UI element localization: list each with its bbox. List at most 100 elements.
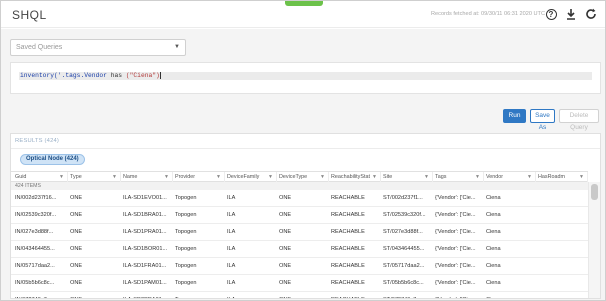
- table-cell: ILA-SD1PRA01...: [123, 229, 167, 235]
- column-header-label: Type: [70, 174, 82, 180]
- table-cell: IN/02539c320f...: [15, 212, 57, 218]
- table-cell: ILA-SD1FRA01...: [123, 263, 167, 269]
- table-cell: Topogen: [175, 246, 197, 252]
- filter-icon[interactable]: ▼: [268, 172, 273, 182]
- column-header-label: Guid: [15, 174, 27, 180]
- table-cell: ONE: [279, 212, 292, 218]
- column-header-label: Provider: [175, 174, 196, 180]
- table-cell: ONE: [70, 246, 83, 252]
- column-header[interactable]: HasRoadm ▼: [536, 172, 588, 182]
- table-cell: ONE: [70, 263, 83, 269]
- app-window: SHQL Records fetched at: 09/30/11 06:31 …: [0, 0, 606, 301]
- table-cell: Ciena: [484, 292, 536, 298]
- table-cell: [536, 258, 588, 274]
- results-panel: RESULTS (424) Optical Node (424) Guid ▼ Ty…: [10, 133, 601, 299]
- table-row[interactable]: IN/02539c320f... ONE ILA-SD1BRA01... Topoge…: [11, 207, 588, 224]
- table-row[interactable]: IN/05b5b6c8c... ONE ILA-SD1PAM01... Topogen…: [11, 275, 588, 292]
- table-cell: ONE: [279, 229, 292, 235]
- column-header-label: Name: [123, 174, 138, 180]
- table-cell: IN/043464455...: [15, 246, 55, 252]
- column-header[interactable]: DeviceFamily ▼: [225, 172, 277, 182]
- saved-queries-select[interactable]: Saved Queries ▼: [10, 39, 186, 56]
- filter-icon[interactable]: ▼: [372, 172, 377, 182]
- table-cell: ST/002d237f1...: [383, 195, 423, 201]
- table-cell: {'Vendor': ['Cie...: [435, 212, 476, 218]
- table-cell: REACHABLE: [329, 292, 381, 298]
- column-header-label: DeviceFamily: [227, 174, 260, 180]
- run-button[interactable]: Run: [503, 109, 526, 123]
- filter-icon[interactable]: ▼: [424, 172, 429, 182]
- save-as-button[interactable]: Save As: [530, 109, 555, 131]
- column-header[interactable]: Type ▼: [68, 172, 121, 182]
- filter-icon[interactable]: ▼: [59, 172, 64, 182]
- top-handle[interactable]: [285, 1, 323, 6]
- chevron-down-icon: ▼: [174, 44, 180, 50]
- table-cell: ONE: [68, 292, 121, 298]
- table-cell: ILA-SD1PAM01...: [123, 280, 167, 286]
- table-cell: REACHABLE: [331, 229, 365, 235]
- help-icon[interactable]: ?: [544, 7, 558, 21]
- column-header[interactable]: Guid ▼: [13, 172, 68, 182]
- table-cell: ST/072749c7...: [381, 292, 433, 298]
- column-header[interactable]: Tags ▼: [433, 172, 484, 182]
- table-cell: ST/05b5b6c8c...: [383, 280, 424, 286]
- table-cell: ONE: [279, 263, 292, 269]
- table-cell: [536, 292, 588, 298]
- query-editor[interactable]: inventory('.tags.Vendor has ("Ciena"): [10, 62, 601, 94]
- delete-query-button[interactable]: Delete Query: [559, 109, 599, 131]
- table-row[interactable]: IN/027e3d88f... ONE ILA-SD1PRA01... Topogen…: [11, 224, 588, 241]
- filter-icon[interactable]: ▼: [320, 172, 325, 182]
- column-header[interactable]: ReachabilityStat ▼: [329, 172, 381, 182]
- table-cell: ONE: [279, 195, 292, 201]
- table-cell: Topogen: [175, 229, 197, 235]
- download-icon[interactable]: [564, 7, 578, 21]
- table-cell: ILA: [227, 280, 236, 286]
- filter-icon[interactable]: ▼: [527, 172, 532, 182]
- table-cell: IN/05717daa2...: [15, 263, 55, 269]
- table-cell: ILA: [227, 195, 236, 201]
- table-cell: ONE: [277, 292, 329, 298]
- table-cell: ILA-SD2PRA01...: [121, 292, 173, 298]
- query-line[interactable]: inventory('.tags.Vendor has ("Ciena"): [19, 72, 592, 80]
- results-label: RESULTS (424): [15, 138, 60, 144]
- table-cell: REACHABLE: [331, 212, 365, 218]
- table-cell: ST/043464455...: [383, 246, 425, 252]
- table-cell: IN/027e3d88f...: [15, 229, 54, 235]
- text-cursor: [159, 72, 161, 79]
- column-header[interactable]: Provider ▼: [173, 172, 225, 182]
- table-row[interactable]: IN/072749c7...ONEILA-SD2PRA01...TopogenI…: [11, 292, 588, 298]
- filter-icon[interactable]: ▼: [579, 172, 584, 182]
- items-count: 424 ITEMS: [11, 182, 588, 190]
- filter-icon[interactable]: ▼: [164, 172, 169, 182]
- column-header[interactable]: Vendor ▼: [484, 172, 536, 182]
- table-row[interactable]: IN/002d237f16... ONE ILA-SD1EVO01... Topoge…: [11, 190, 588, 207]
- filter-icon[interactable]: ▼: [216, 172, 221, 182]
- table-cell: IN/05b5b6c8c...: [15, 280, 55, 286]
- query-prefix: inventory('.tags.Vendor: [20, 72, 107, 80]
- column-header[interactable]: DeviceType ▼: [277, 172, 329, 182]
- scrollbar-thumb[interactable]: [591, 184, 598, 200]
- vertical-scrollbar[interactable]: [588, 182, 600, 298]
- table-cell: ONE: [70, 229, 83, 235]
- table-cell: {'Vendor': ['Cie...: [435, 229, 476, 235]
- group-pill-optical-node[interactable]: Optical Node (424): [20, 154, 85, 165]
- column-header[interactable]: Site ▼: [381, 172, 433, 182]
- refresh-icon[interactable]: [584, 7, 598, 21]
- column-header-label: ReachabilityStat: [331, 174, 370, 180]
- filter-icon[interactable]: ▼: [112, 172, 117, 182]
- main-panel: Saved Queries ▼ inventory('.tags.Vendor …: [1, 29, 605, 300]
- table-row[interactable]: IN/043464455... ONE ILA-SD1BOR01... Topogen…: [11, 241, 588, 258]
- table-cell: Topogen: [173, 292, 225, 298]
- table-cell: [536, 190, 588, 206]
- filter-icon[interactable]: ▼: [475, 172, 480, 182]
- table-cell: ONE: [279, 246, 292, 252]
- table-row[interactable]: IN/05717daa2... ONE ILA-SD1FRA01... Topogen…: [11, 258, 588, 275]
- table-cell: ILA-SD1BOR01...: [123, 246, 168, 252]
- column-header[interactable]: Name ▼: [121, 172, 173, 182]
- table-cell: Topogen: [175, 212, 197, 218]
- table-cell: [536, 241, 588, 257]
- table-cell: Ciena: [486, 280, 501, 286]
- table-cell: ONE: [279, 280, 292, 286]
- results-grid: Guid ▼ Type ▼ Name ▼ Provider ▼ DeviceFamily ▼ Dev…: [11, 171, 600, 298]
- table-cell: Ciena: [486, 246, 501, 252]
